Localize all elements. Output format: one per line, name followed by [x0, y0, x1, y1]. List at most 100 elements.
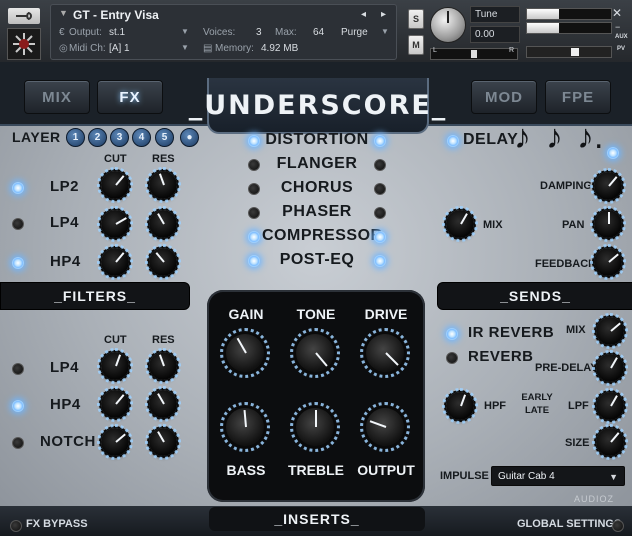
- fx-chorus-led-right[interactable]: [374, 183, 386, 195]
- fx-distortion-led-right[interactable]: [374, 135, 386, 147]
- filter-hp4-cut-knob[interactable]: [97, 244, 133, 280]
- fx-chorus[interactable]: CHORUS: [265, 179, 369, 197]
- output-dropdown-icon[interactable]: ▼: [181, 27, 189, 36]
- filter-lp4-b-res-knob[interactable]: [145, 348, 181, 384]
- insert-treble-knob[interactable]: [290, 402, 340, 452]
- aux-button[interactable]: AUX: [615, 34, 628, 40]
- filter-hp4-b-cut-knob[interactable]: [97, 386, 133, 422]
- tab-mix[interactable]: MIX: [24, 80, 90, 114]
- filter-hp4-res-knob[interactable]: [145, 244, 181, 280]
- filter-notch-led[interactable]: [12, 437, 24, 449]
- delay-feedback-knob[interactable]: [590, 244, 626, 280]
- impulse-select[interactable]: Guitar Cab 4 ▼: [491, 466, 625, 486]
- fx-flanger-led-right[interactable]: [374, 159, 386, 171]
- fx-flanger[interactable]: FLANGER: [265, 155, 369, 173]
- reverb-size-knob[interactable]: [592, 424, 628, 460]
- solo-button[interactable]: S: [408, 9, 424, 29]
- fx-phaser[interactable]: PHASER: [265, 203, 369, 221]
- global-settings-label[interactable]: GLOBAL SETTINGS: [517, 518, 621, 530]
- fx-distortion-led-left[interactable]: [248, 135, 260, 147]
- fx-posteq-led-right[interactable]: [374, 255, 386, 267]
- pv-button[interactable]: PV: [617, 46, 625, 52]
- reverb-predelay-knob[interactable]: [592, 350, 628, 386]
- collapse-icon[interactable]: ▼: [59, 8, 68, 18]
- volume-slider[interactable]: [526, 46, 612, 58]
- filter-lp4-cut-knob[interactable]: [97, 206, 133, 242]
- fx-bypass-led[interactable]: [10, 520, 22, 532]
- fx-phaser-led-right[interactable]: [374, 207, 386, 219]
- filter-lp2-led[interactable]: [12, 182, 24, 194]
- reverb-led[interactable]: [446, 352, 458, 364]
- prev-instrument-arrow[interactable]: ◂: [361, 9, 366, 20]
- layer-button-4[interactable]: 4: [132, 128, 151, 147]
- fx-posteq-led-left[interactable]: [248, 255, 260, 267]
- volume-slider-handle[interactable]: [571, 48, 579, 56]
- fx-bypass-label[interactable]: FX BYPASS: [26, 518, 88, 530]
- layer-button-2[interactable]: 2: [88, 128, 107, 147]
- tune-value[interactable]: 0.00: [470, 26, 520, 43]
- instrument-name[interactable]: GT - Entry Visa: [73, 8, 159, 22]
- insert-tone-knob[interactable]: [290, 328, 340, 378]
- fx-compressor-led-left[interactable]: [248, 231, 260, 243]
- tab-mod[interactable]: MOD: [471, 80, 537, 114]
- filter-notch-res-knob[interactable]: [145, 424, 181, 460]
- filter-lp2-cut-knob[interactable]: [97, 167, 133, 203]
- delay-mix-knob[interactable]: [442, 206, 478, 242]
- midi-channel-select[interactable]: [A] 1: [109, 43, 130, 54]
- delay-pan-knob[interactable]: [590, 206, 626, 242]
- fx-chorus-led-left[interactable]: [248, 183, 260, 195]
- chevron-down-icon[interactable]: ▼: [609, 467, 618, 487]
- insert-drive-knob[interactable]: [360, 328, 410, 378]
- ir-reverb-label[interactable]: IR REVERB: [468, 324, 554, 341]
- layer-button-1[interactable]: 1: [66, 128, 85, 147]
- delay-damping-knob[interactable]: [590, 168, 626, 204]
- insert-output-knob[interactable]: [360, 402, 410, 452]
- reverb-lpf-knob[interactable]: [592, 388, 628, 424]
- fx-compressor[interactable]: COMPRESSOR: [262, 227, 382, 245]
- reverb-label[interactable]: REVERB: [468, 348, 534, 365]
- midi-dropdown-icon[interactable]: ▼: [181, 43, 189, 52]
- mute-button[interactable]: M: [408, 35, 424, 55]
- max-voices-value[interactable]: 64: [313, 27, 324, 38]
- layer-button-all[interactable]: ●: [180, 128, 199, 147]
- filter-hp4-b-led[interactable]: [12, 400, 24, 412]
- filter-notch-cut-knob[interactable]: [97, 424, 133, 460]
- layer-button-3[interactable]: 3: [110, 128, 129, 147]
- filter-lp4-led[interactable]: [12, 218, 24, 230]
- fx-distortion[interactable]: DISTORTION: [265, 131, 369, 149]
- close-icon[interactable]: ✕: [612, 6, 622, 20]
- purge-menu[interactable]: Purge: [341, 27, 368, 38]
- filter-lp4-b-led[interactable]: [12, 363, 24, 375]
- fx-flanger-led-left[interactable]: [248, 159, 260, 171]
- filter-lp2-res-knob[interactable]: [145, 167, 181, 203]
- filter-lp4-b-cut-knob[interactable]: [97, 348, 133, 384]
- filter-hp4-led[interactable]: [12, 257, 24, 269]
- note-eighth-icon[interactable]: ♪: [514, 120, 531, 154]
- insert-gain-knob[interactable]: [220, 328, 270, 378]
- note-eighth-2-icon[interactable]: ♪: [546, 120, 563, 154]
- layer-button-5[interactable]: 5: [155, 128, 174, 147]
- pan-slider-handle[interactable]: [471, 50, 477, 58]
- tune-knob[interactable]: [430, 7, 466, 43]
- filter-lp4-res-knob[interactable]: [145, 206, 181, 242]
- filter-hp4-b-res-knob[interactable]: [145, 386, 181, 422]
- tab-fx[interactable]: FX: [97, 80, 163, 114]
- delay-sync-led[interactable]: [607, 147, 619, 159]
- wrench-icon[interactable]: [8, 8, 40, 24]
- insert-bass-knob[interactable]: [220, 402, 270, 452]
- global-settings-led[interactable]: [612, 520, 624, 532]
- pan-slider[interactable]: L R: [430, 47, 518, 60]
- tab-fpe[interactable]: FPE: [545, 80, 611, 114]
- fx-phaser-led-left[interactable]: [248, 207, 260, 219]
- minimize-icon[interactable]: −: [615, 22, 620, 32]
- reverb-hpf-knob[interactable]: [442, 388, 478, 424]
- delay-led[interactable]: [447, 135, 459, 147]
- note-dotted-eighth-icon[interactable]: ♪.: [577, 120, 603, 154]
- output-select[interactable]: st.1: [109, 27, 125, 38]
- fx-compressor-led-right[interactable]: [374, 231, 386, 243]
- next-instrument-arrow[interactable]: ▸: [381, 9, 386, 20]
- ir-reverb-led[interactable]: [446, 328, 458, 340]
- purge-dropdown-icon[interactable]: ▼: [381, 27, 389, 36]
- reverb-mix-knob[interactable]: [592, 313, 628, 349]
- fx-posteq[interactable]: POST-EQ: [265, 251, 369, 269]
